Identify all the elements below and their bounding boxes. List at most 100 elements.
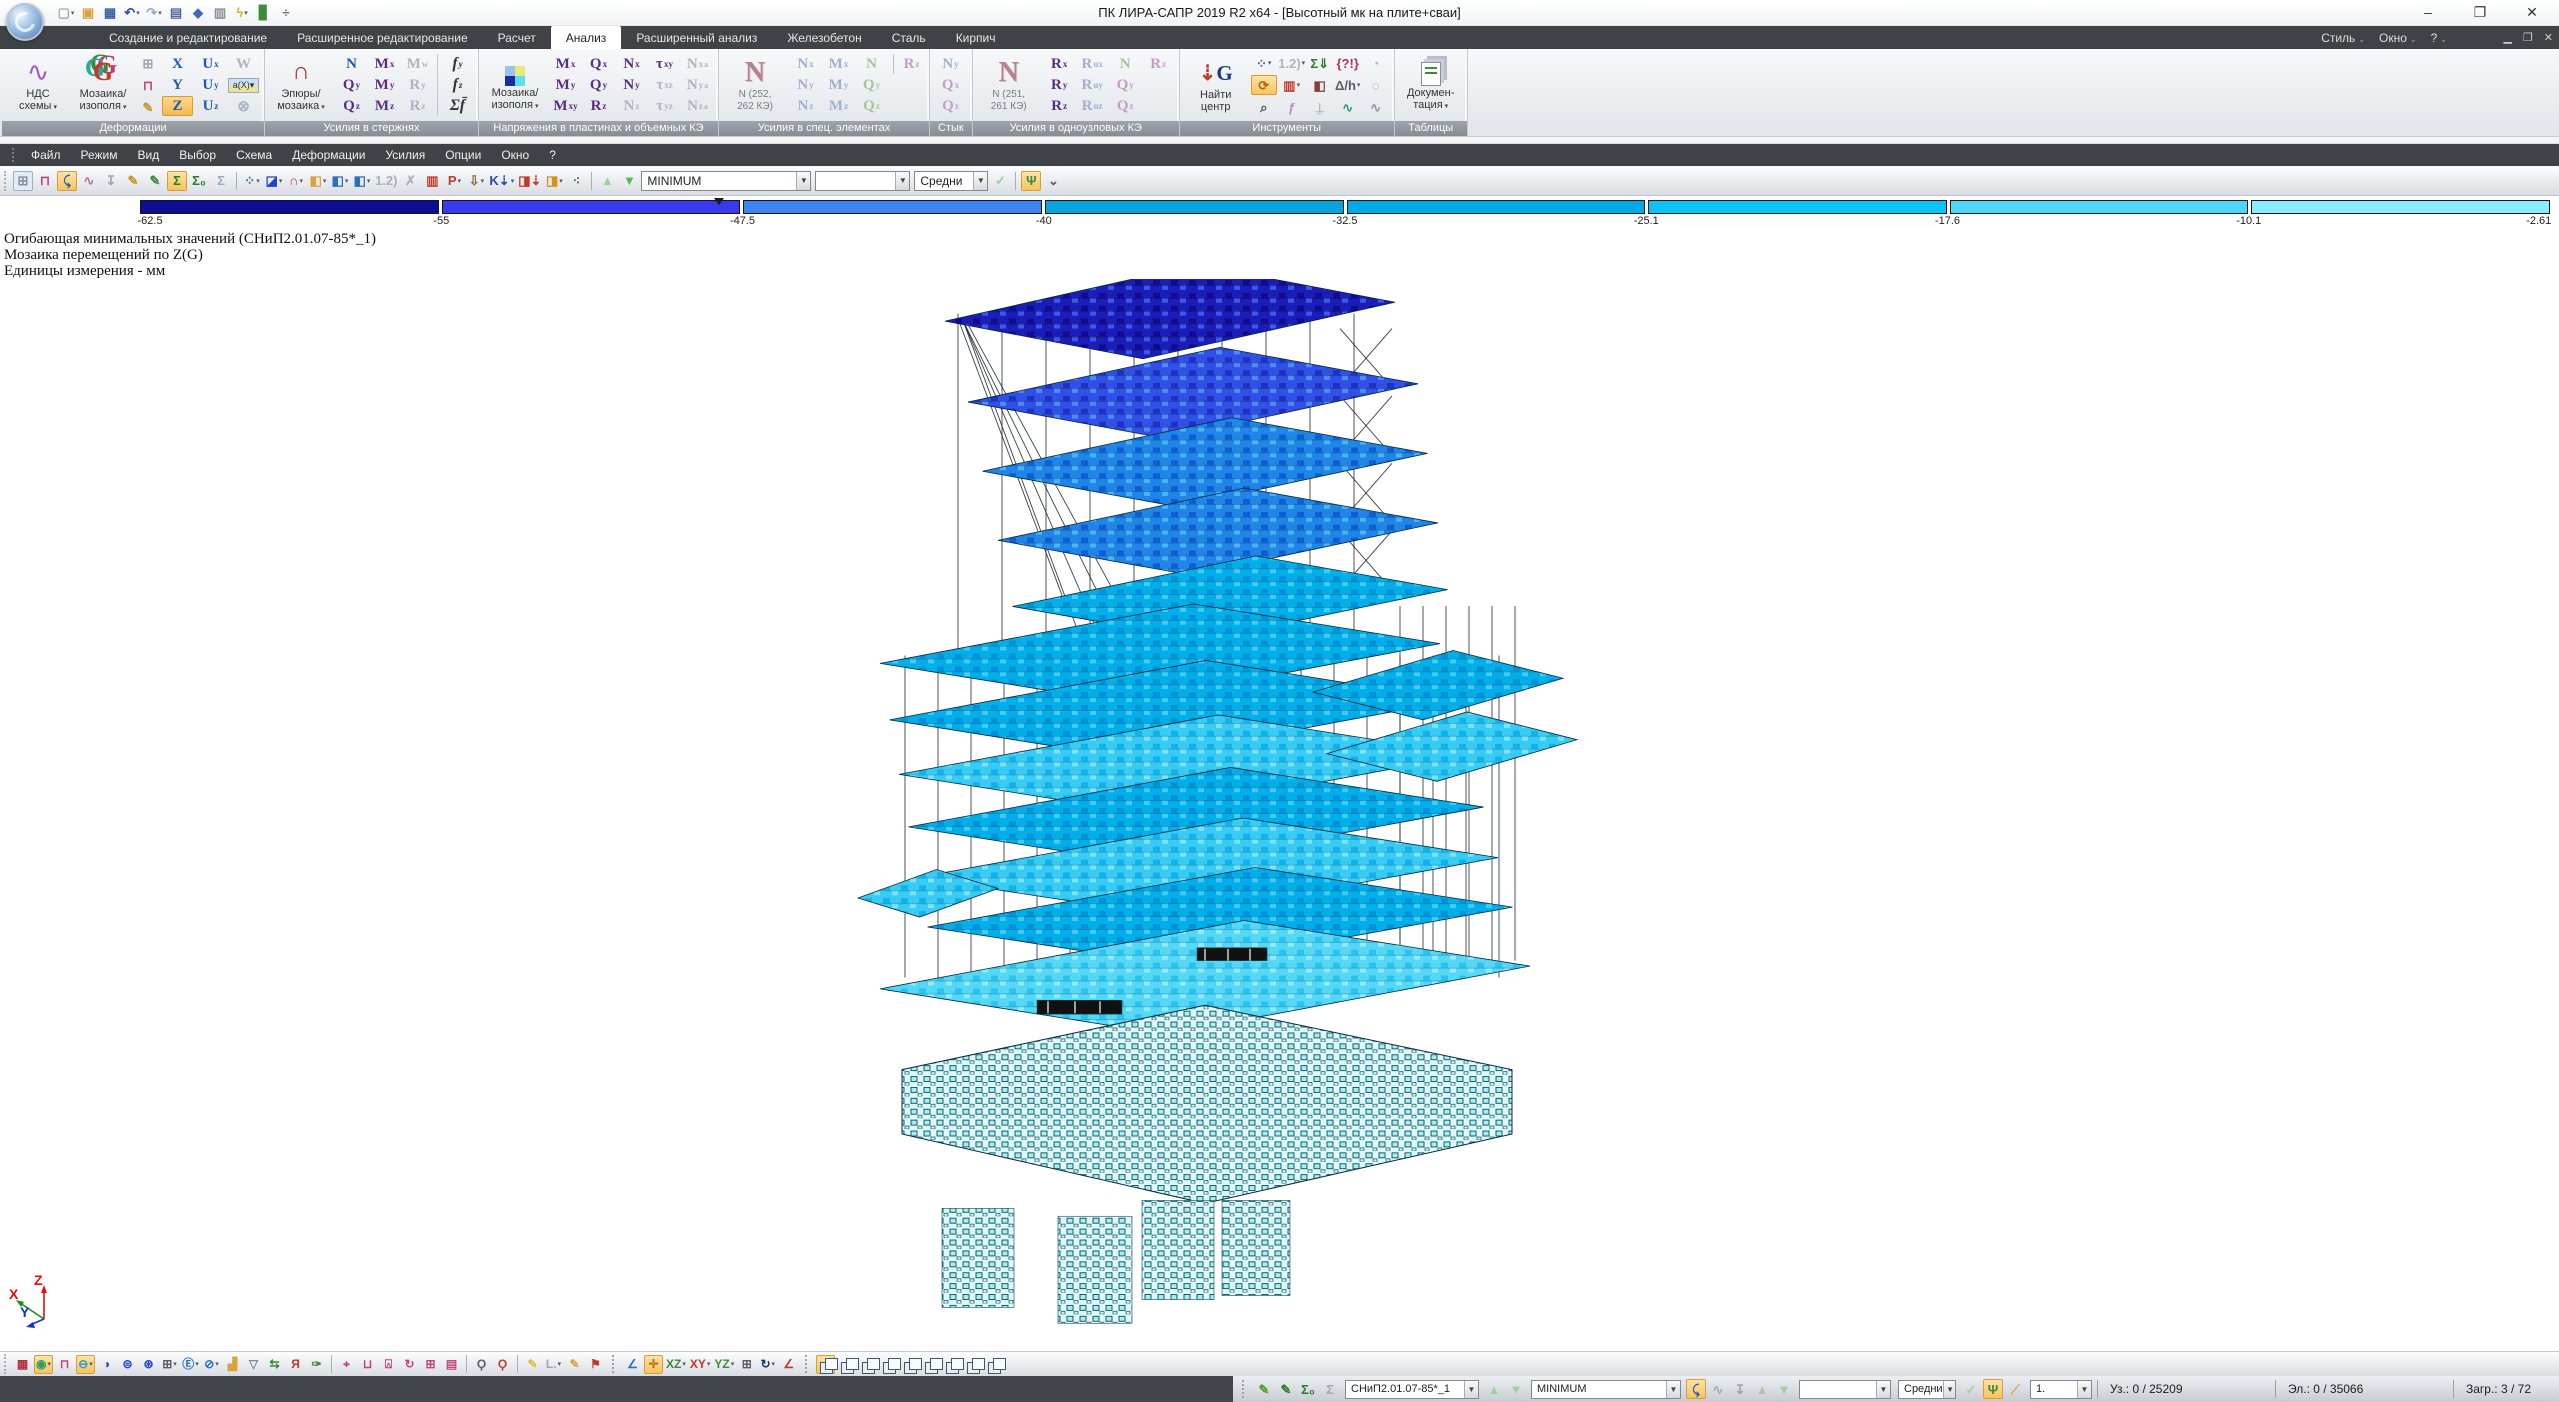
average-combo[interactable]: Средни ▼ (914, 170, 989, 191)
pick-icon[interactable]: ⁖ (566, 171, 586, 191)
arch-red-icon[interactable]: ∩ ▾ (286, 171, 306, 191)
delta-hs-icon[interactable]: Δ/h ▾ (1335, 75, 1361, 95)
menu-item-2[interactable]: Вид (128, 148, 170, 162)
blank-combo[interactable]: ▼ (815, 170, 911, 191)
ribbon-button[interactable]: Uy (195, 75, 226, 95)
ribbon-button[interactable]: Nz (616, 96, 647, 116)
sum-green-icon[interactable]: Σ₀ (1298, 1379, 1318, 1399)
b-arrows-icon[interactable]: ⇆ (265, 1355, 284, 1374)
result-criterion-combo[interactable]: MINIMUM ▼ (641, 170, 812, 191)
fragment-poly-icon[interactable]: ⍓ (379, 1355, 398, 1374)
filter-icon[interactable]: ▽ (244, 1355, 263, 1374)
ribbon-button[interactable]: Mz (823, 96, 854, 116)
hide-part-icon[interactable]: ⊖ ▾ (76, 1354, 95, 1374)
chevron-down-icon[interactable]: ▼ (1464, 1380, 1478, 1398)
select-nodes-icon[interactable]: ⁘ ▾ (1251, 53, 1277, 73)
printer-icon[interactable]: ▥ (210, 3, 230, 23)
grid-icon[interactable]: ⊞ ▾ (160, 1355, 179, 1374)
menu-item-3[interactable]: Выбор (169, 148, 226, 162)
chevron-down-icon[interactable]: ▼ (1666, 1380, 1680, 1398)
ribbon-button[interactable]: Nya (682, 75, 713, 95)
norm-combo[interactable]: СНиП2.01.07-85*_1 ▼ (1345, 1379, 1479, 1399)
tab-0[interactable]: Создание и редактирование (94, 26, 282, 49)
spot-icon[interactable]: ◌ (1363, 75, 1389, 95)
ribbon-button[interactable]: Mx (369, 54, 400, 74)
tab-1[interactable]: Расширенное редактирование (282, 26, 483, 49)
ribbon-button[interactable]: Nx (790, 54, 821, 74)
ribbon-button[interactable]: Qy (583, 75, 614, 95)
menu-item-9[interactable]: ? (539, 148, 566, 162)
loadcase-combo[interactable]: 1. ▼ (2030, 1379, 2092, 1399)
ribbon-button[interactable]: Z (162, 96, 193, 116)
mdi-close-button[interactable]: ✕ (2544, 31, 2553, 44)
ribbon-button[interactable]: My (369, 75, 400, 95)
chevron-down-icon[interactable]: ▼ (2077, 1380, 2091, 1398)
mosaic-isofields-button[interactable]: G Мозаика/изополя ▾ (72, 57, 134, 114)
brush-icon[interactable]: ✑ (307, 1355, 326, 1374)
mosaic-isofields-plates-button[interactable]: Мозаика/изополя ▾ (484, 58, 546, 113)
mdi-minimize-button[interactable]: ▁ (2503, 31, 2511, 44)
grid-view-icon[interactable]: ⊞ (737, 1355, 756, 1374)
chevron-down-icon[interactable]: ▼ (895, 171, 910, 190)
fan-circle-icon[interactable]: ⊛ (139, 1355, 158, 1374)
ribbon-button[interactable]: Σf̄ (442, 96, 473, 116)
globe-icon[interactable]: ⊗ (228, 96, 259, 116)
squares-n2-icon[interactable]: ◧ ▾ (352, 171, 372, 191)
prev-result-icon[interactable]: ▲ (597, 171, 617, 191)
up-icon[interactable]: ▲ (1484, 1379, 1504, 1399)
p-load-icon[interactable]: P ▾ (444, 171, 464, 191)
apply-icon[interactable]: ✓ (1961, 1379, 1981, 1399)
ribbon-button[interactable]: Ny (616, 75, 647, 95)
ribbon-button[interactable]: fy (442, 54, 473, 74)
ribbon-button[interactable]: Ny (935, 54, 966, 74)
ribbon-button[interactable]: Nx (616, 54, 647, 74)
pink-frame-icon[interactable]: ⊓ (138, 75, 158, 95)
k-down-icon[interactable]: K⇣ ▾ (488, 171, 515, 191)
ribbon-button[interactable]: N (1110, 54, 1141, 74)
new-file-icon[interactable]: ▢ ▾ (56, 3, 76, 23)
ribbon-button[interactable]: Ruz (1077, 96, 1108, 116)
pencil-slant-icon[interactable]: ⟋ (2005, 1379, 2025, 1399)
axes-red-icon[interactable]: ∠ (779, 1355, 798, 1374)
ribbon-button[interactable]: My (823, 75, 854, 95)
ribbon-button[interactable]: Qz (935, 96, 966, 116)
xy-view-icon[interactable]: XY ▾ (689, 1355, 712, 1374)
special-elements-n-button[interactable]: NN (252, 262 КЭ) (724, 57, 786, 113)
frame-icon[interactable]: ⊓ (55, 1355, 74, 1374)
sum-zero-icon[interactable]: Σ₀ (189, 171, 209, 191)
scheme-frame-icon[interactable]: ⊓ (35, 171, 55, 191)
rotate-view-icon[interactable]: ↻ ▾ (758, 1355, 777, 1374)
top-view-icon[interactable] (921, 1355, 944, 1374)
menu-item-0[interactable]: Файл (21, 148, 71, 162)
pencil-circle-icon[interactable]: ⊘ ▾ (202, 1355, 221, 1374)
anchor-icon[interactable]: ↧ (1730, 1379, 1750, 1399)
flash-icon[interactable]: ϟ ▾ (232, 3, 252, 23)
ribbon-button[interactable]: Nza (682, 96, 713, 116)
perspective-view-icon[interactable] (963, 1355, 986, 1374)
down-icon[interactable]: ▼ (1774, 1379, 1794, 1399)
ribbon-button[interactable]: Nxa (682, 54, 713, 74)
ruler-icon[interactable]: ✎ (138, 97, 158, 117)
chart-3d-icon[interactable]: ▟ (223, 1355, 242, 1374)
ribbon-button[interactable]: W (228, 54, 259, 74)
f-arch-icon[interactable]: ƒ (1279, 97, 1305, 117)
deform-curve-icon[interactable]: ∿ (79, 171, 99, 191)
ax-mosaic-icon[interactable]: а(X) ▾ (228, 77, 259, 93)
anchor-icon[interactable]: ↧ (101, 171, 121, 191)
half-circle-icon[interactable]: ◑ (97, 1355, 116, 1374)
apply-icon[interactable]: ✓ (990, 171, 1010, 191)
sum-icon[interactable]: Σ (167, 170, 187, 191)
ribbon-button[interactable]: Qz (856, 96, 887, 116)
mosaic-down-icon[interactable]: ◨⇣ (517, 171, 542, 191)
ribbon-button[interactable]: N (856, 54, 887, 74)
project-frame-icon[interactable]: ⊞ (13, 170, 33, 191)
no-numbers-icon[interactable]: ✗ (400, 171, 420, 191)
deform-curve-icon[interactable]: ∿ (1708, 1379, 1728, 1399)
tab-5[interactable]: Железобетон (772, 26, 876, 49)
zoom-off-icon[interactable]: Ϙ (493, 1355, 512, 1374)
undo-icon[interactable]: ↶ ▾ (122, 3, 142, 23)
ribbon-button[interactable]: Ny (790, 75, 821, 95)
ribbon-button[interactable]: X (162, 54, 193, 74)
menu-item-1[interactable]: Режим (71, 148, 128, 162)
average-combo[interactable]: Средни ▼ (1898, 1379, 1956, 1399)
